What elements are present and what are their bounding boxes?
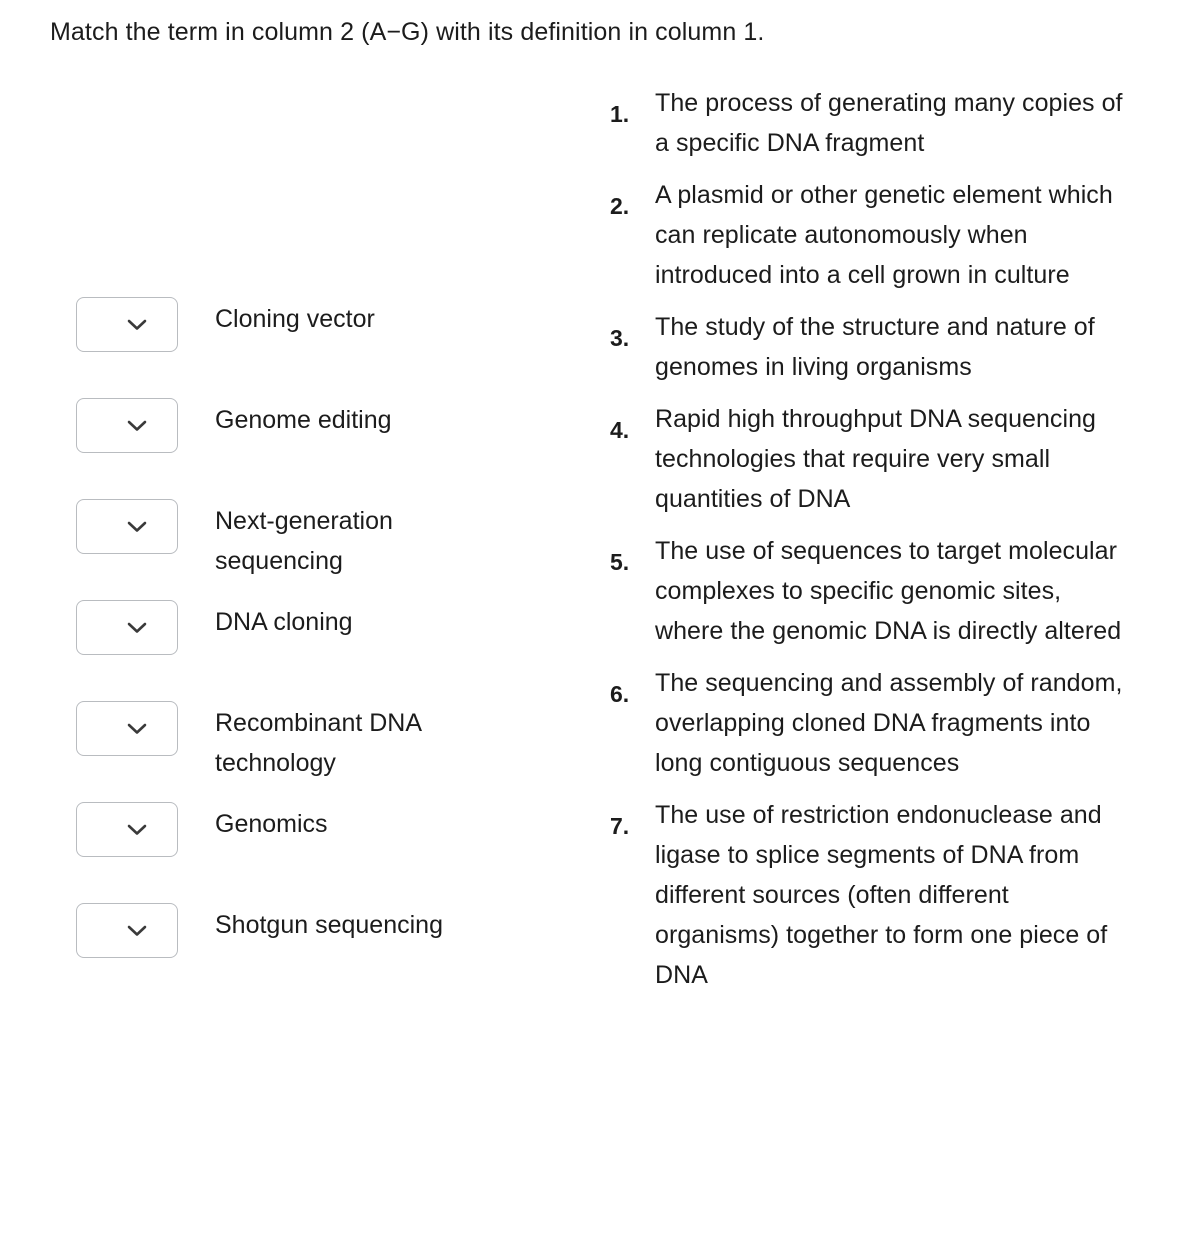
answer-dropdown-dna-cloning[interactable] [76,600,178,655]
chevron-down-icon [77,420,177,432]
chevron-down-icon [77,723,177,735]
definition-item: 4. Rapid high throughput DNA sequencing … [610,399,1130,519]
term-row: Cloning vector [76,283,546,384]
definition-item: 1. The process of generating many copies… [610,83,1130,163]
term-label: DNA cloning [215,608,353,636]
chevron-down-icon [77,521,177,533]
term-row: Shotgun sequencing [76,889,546,990]
definition-number: 7. [610,813,630,839]
definition-text: The process of generating many copies of… [655,89,1123,157]
term-label: Cloning vector [215,305,375,333]
definition-text: The use of restriction endonuclease and … [655,801,1108,989]
term-row: Genomics [76,788,546,889]
terms-column: Cloning vector Genome editing Next-gener… [76,283,546,990]
matching-question-page: Match the term in column 2 (A−G) with it… [0,0,1200,1242]
term-label: Next-generation sequencing [215,507,393,575]
definition-number: 3. [610,325,630,351]
definition-number: 1. [610,101,630,127]
definition-text: The study of the structure and nature of… [655,313,1095,381]
definition-text: A plasmid or other genetic element which… [655,181,1113,289]
term-row: Recombinant DNA technology [76,687,546,788]
definition-item: 3. The study of the structure and nature… [610,307,1130,387]
answer-dropdown-genomics[interactable] [76,802,178,857]
definition-number: 4. [610,417,630,443]
term-label: Genomics [215,810,328,838]
definition-number: 5. [610,549,630,575]
term-row: Next-generation sequencing [76,485,546,586]
term-label: Shotgun sequencing [215,911,443,939]
chevron-down-icon [77,824,177,836]
chevron-down-icon [77,622,177,634]
definition-text: The sequencing and assembly of random, o… [655,669,1123,777]
definition-item: 2. A plasmid or other genetic element wh… [610,175,1130,295]
answer-dropdown-genome-editing[interactable] [76,398,178,453]
definition-text: Rapid high throughput DNA sequencing tec… [655,405,1096,513]
definition-item: 6. The sequencing and assembly of random… [610,663,1130,783]
answer-dropdown-recombinant-dna-technology[interactable] [76,701,178,756]
definition-number: 6. [610,681,630,707]
definition-item: 7. The use of restriction endonuclease a… [610,795,1130,995]
definition-text: The use of sequences to target molecular… [655,537,1122,645]
answer-dropdown-next-generation-sequencing[interactable] [76,499,178,554]
answer-dropdown-shotgun-sequencing[interactable] [76,903,178,958]
answer-dropdown-cloning-vector[interactable] [76,297,178,352]
chevron-down-icon [77,319,177,331]
question-prompt: Match the term in column 2 (A−G) with it… [50,18,765,46]
definition-number: 2. [610,193,630,219]
term-row: DNA cloning [76,586,546,687]
chevron-down-icon [77,925,177,937]
definition-item: 5. The use of sequences to target molecu… [610,531,1130,651]
term-label: Genome editing [215,406,392,434]
term-label: Recombinant DNA technology [215,709,421,777]
definitions-column: 1. The process of generating many copies… [610,83,1130,1007]
term-row: Genome editing [76,384,546,485]
